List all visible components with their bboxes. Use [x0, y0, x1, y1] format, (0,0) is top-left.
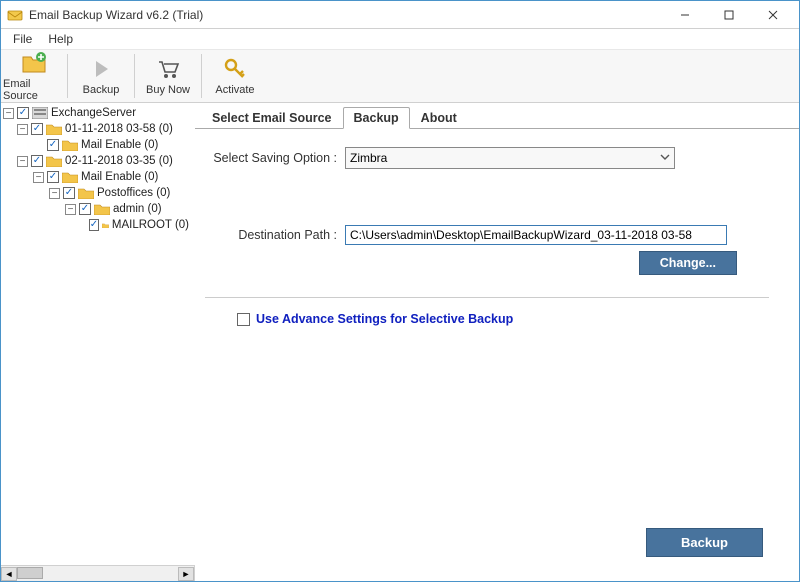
- title-bar: Email Backup Wizard v6.2 (Trial): [1, 1, 799, 29]
- collapse-icon[interactable]: −: [17, 124, 28, 135]
- change-button[interactable]: Change...: [639, 251, 737, 275]
- saving-option-row: Select Saving Option : Zimbra: [205, 147, 769, 169]
- saving-option-select[interactable]: Zimbra: [345, 147, 675, 169]
- select-value: Zimbra: [350, 151, 387, 165]
- toolbar: Email Source Backup Buy Now Activate: [1, 49, 799, 103]
- body: − ✓ ExchangeServer − ✓ 01-11-2018 03-58 …: [1, 103, 799, 581]
- app-window: Email Backup Wizard v6.2 (Trial) File He…: [0, 0, 800, 582]
- change-row: Change...: [205, 251, 737, 275]
- toolbar-label: Backup: [83, 84, 120, 96]
- toolbar-label: Activate: [215, 84, 254, 96]
- separator: [134, 54, 135, 98]
- tree-node[interactable]: ✓ MAILROOT (0): [1, 217, 195, 233]
- collapse-icon[interactable]: −: [49, 188, 60, 199]
- menu-bar: File Help: [1, 29, 799, 49]
- backup-tool-button[interactable]: Backup: [70, 50, 132, 102]
- divider: [205, 297, 769, 298]
- tree-label: MAILROOT (0): [112, 219, 189, 231]
- tree-label: Mail Enable (0): [81, 139, 158, 151]
- checkbox[interactable]: ✓: [79, 203, 91, 215]
- backup-button[interactable]: Backup: [646, 528, 763, 557]
- advance-settings-label[interactable]: Use Advance Settings for Selective Backu…: [256, 312, 513, 326]
- content-pane: Select Email Source Backup About Select …: [195, 103, 799, 581]
- advance-settings-row: Use Advance Settings for Selective Backu…: [205, 312, 769, 326]
- chevron-down-icon: [660, 151, 670, 165]
- app-icon: [7, 7, 23, 23]
- checkbox[interactable]: ✓: [47, 171, 59, 183]
- collapse-icon[interactable]: −: [33, 172, 44, 183]
- menu-help[interactable]: Help: [42, 30, 79, 48]
- folder-tree[interactable]: − ✓ ExchangeServer − ✓ 01-11-2018 03-58 …: [1, 103, 195, 565]
- destination-label: Destination Path :: [205, 228, 345, 242]
- tree-node[interactable]: ✓ Mail Enable (0): [1, 137, 195, 153]
- checkbox[interactable]: ✓: [31, 123, 43, 135]
- play-icon: [88, 56, 114, 82]
- cart-icon: [155, 56, 181, 82]
- checkbox[interactable]: ✓: [47, 139, 59, 151]
- close-button[interactable]: [751, 2, 795, 28]
- toolbar-label: Email Source: [3, 78, 65, 102]
- tree-node[interactable]: − ✓ 01-11-2018 03-58 (0): [1, 121, 195, 137]
- tree-node[interactable]: − ✓ Mail Enable (0): [1, 169, 195, 185]
- tab-select-email-source[interactable]: Select Email Source: [201, 107, 343, 128]
- folder-icon: [102, 219, 109, 231]
- buy-now-button[interactable]: Buy Now: [137, 50, 199, 102]
- separator: [67, 54, 68, 98]
- menu-file[interactable]: File: [7, 30, 38, 48]
- separator: [201, 54, 202, 98]
- checkbox[interactable]: ✓: [17, 107, 29, 119]
- collapse-icon[interactable]: −: [65, 204, 76, 215]
- tree-node[interactable]: − ✓ Postoffices (0): [1, 185, 195, 201]
- scroll-right-icon[interactable]: ►: [178, 567, 194, 581]
- tree-label: 01-11-2018 03-58 (0): [65, 123, 173, 135]
- checkbox[interactable]: ✓: [89, 219, 99, 231]
- collapse-icon[interactable]: −: [3, 108, 14, 119]
- key-icon: [222, 56, 248, 82]
- checkbox[interactable]: ✓: [63, 187, 75, 199]
- scroll-track[interactable]: [17, 567, 178, 581]
- advance-settings-checkbox[interactable]: [237, 313, 250, 326]
- maximize-button[interactable]: [707, 2, 751, 28]
- window-controls: [663, 2, 795, 28]
- destination-input[interactable]: C:\Users\admin\Desktop\EmailBackupWizard…: [345, 225, 727, 245]
- tree-label: Postoffices (0): [97, 187, 170, 199]
- folder-icon: [78, 187, 94, 199]
- backup-panel: Select Saving Option : Zimbra Destinatio…: [195, 129, 799, 581]
- tab-bar: Select Email Source Backup About: [195, 105, 799, 129]
- window-title: Email Backup Wizard v6.2 (Trial): [29, 8, 663, 22]
- tree-label: ExchangeServer: [51, 107, 136, 119]
- tab-backup[interactable]: Backup: [343, 107, 410, 129]
- folder-icon: [62, 171, 78, 183]
- folder-plus-icon: [21, 50, 47, 76]
- tree-label: admin (0): [113, 203, 162, 215]
- tree-label: Mail Enable (0): [81, 171, 158, 183]
- tree-label: 02-11-2018 03-35 (0): [65, 155, 173, 167]
- scroll-left-icon[interactable]: ◄: [1, 567, 17, 581]
- folder-icon: [62, 139, 78, 151]
- destination-value: C:\Users\admin\Desktop\EmailBackupWizard…: [350, 228, 692, 242]
- collapse-icon[interactable]: −: [17, 156, 28, 167]
- tree-root[interactable]: − ✓ ExchangeServer: [1, 105, 195, 121]
- tree-node[interactable]: − ✓ admin (0): [1, 201, 195, 217]
- tree-node[interactable]: − ✓ 02-11-2018 03-35 (0): [1, 153, 195, 169]
- destination-row: Destination Path : C:\Users\admin\Deskto…: [205, 225, 769, 245]
- folder-icon: [94, 203, 110, 215]
- tab-about[interactable]: About: [410, 107, 468, 128]
- checkbox[interactable]: ✓: [31, 155, 43, 167]
- folder-icon: [46, 123, 62, 135]
- bottom-bar: Backup: [205, 528, 769, 571]
- toolbar-label: Buy Now: [146, 84, 190, 96]
- horizontal-scrollbar[interactable]: ◄ ►: [1, 565, 194, 581]
- email-source-button[interactable]: Email Source: [3, 50, 65, 102]
- saving-option-label: Select Saving Option :: [205, 151, 345, 165]
- folder-icon: [46, 155, 62, 167]
- minimize-button[interactable]: [663, 2, 707, 28]
- server-icon: [32, 107, 48, 119]
- activate-button[interactable]: Activate: [204, 50, 266, 102]
- scroll-thumb[interactable]: [17, 567, 43, 579]
